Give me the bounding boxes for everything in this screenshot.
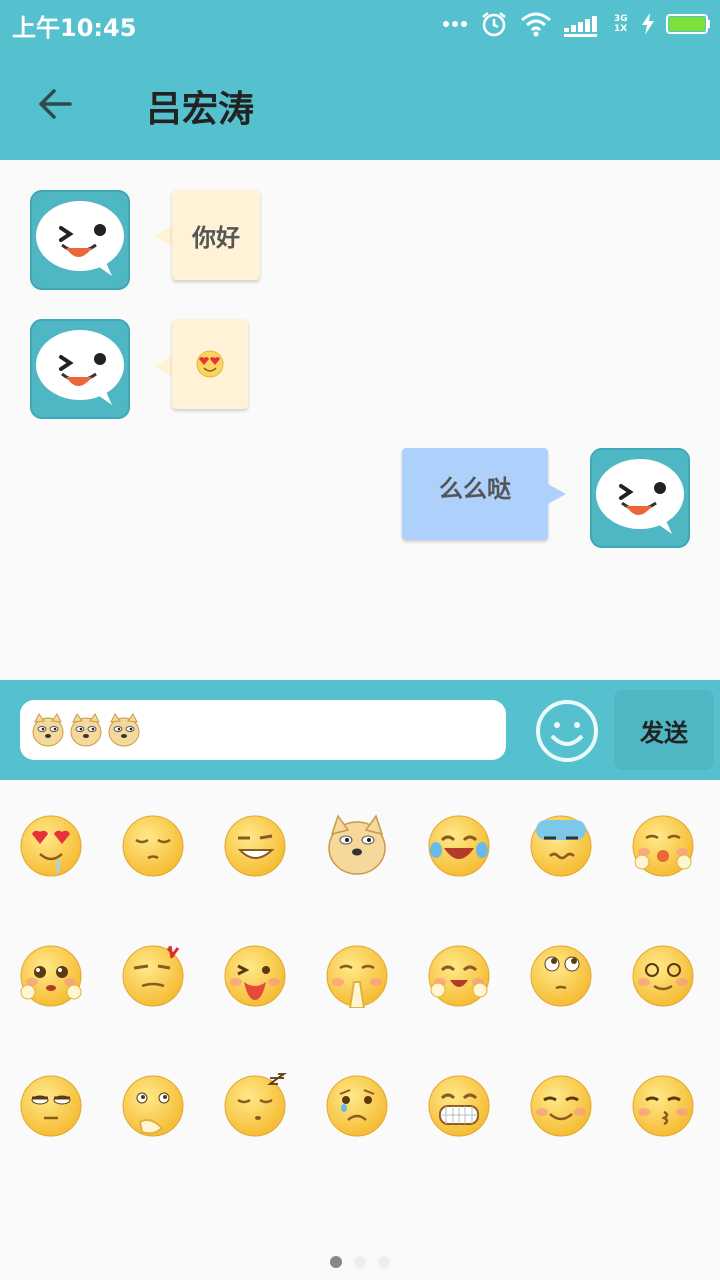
emoji-angry-vein[interactable] [120, 942, 186, 1008]
pleading-cute-icon [20, 945, 82, 1007]
avatar[interactable] [30, 319, 130, 419]
emoji-unamused[interactable] [18, 1072, 84, 1138]
signal-icon [564, 16, 597, 37]
emoji-toggle-button[interactable] [534, 698, 600, 764]
emoji-pray-hands[interactable] [324, 942, 390, 1009]
message-bubble[interactable]: 你好 [172, 190, 260, 280]
emoji-pleading-cute[interactable] [18, 942, 84, 1008]
message-list[interactable]: 你好 么么哒 [0, 160, 720, 680]
status-icons: 3G 1X [442, 10, 710, 38]
bubble-tail [548, 484, 566, 504]
emoji-thinking[interactable] [120, 1072, 186, 1138]
angry-vein-icon [122, 945, 184, 1007]
arrow-back-icon [39, 89, 72, 119]
emoji-smirk-grin[interactable] [222, 812, 288, 878]
smile-blush-icon [530, 1075, 592, 1137]
speechless-sweat-icon [530, 815, 592, 877]
charging-icon [642, 13, 654, 35]
page-dot[interactable] [354, 1256, 366, 1268]
sleepy-face-icon [122, 815, 184, 877]
message-text: 你好 [192, 223, 240, 252]
smirk-grin-icon [224, 815, 286, 877]
wifi-icon [521, 12, 551, 37]
avatar[interactable] [590, 448, 690, 548]
emoji-shy-fist[interactable] [630, 812, 696, 878]
thinking-icon [122, 1075, 184, 1137]
doge-emoji-icon [108, 713, 140, 747]
doge-emoji-icon [70, 713, 102, 747]
blushing-dizzy-icon [632, 945, 694, 1007]
status-time: 上午10:45 [12, 14, 137, 42]
chat-face-icon [36, 330, 124, 405]
chat-face-icon [596, 459, 684, 534]
heart-eyes-drool-icon [20, 815, 82, 877]
emoji-wink-tongue[interactable] [222, 942, 288, 1008]
pray-hands-icon [326, 945, 388, 1009]
page-title: 吕宏涛 [146, 89, 255, 130]
message-text: 么么哒 [439, 474, 511, 503]
emoji-kissing[interactable] [630, 1072, 696, 1138]
page-indicator [0, 1256, 720, 1272]
happy-hands-icon [428, 945, 490, 1007]
emoji-panel [0, 780, 720, 1280]
doge-emoji-icon [32, 713, 64, 747]
battery-icon [666, 14, 710, 34]
emoji-sad-teary[interactable] [324, 1072, 390, 1138]
status-bar: 上午10:45 3G 1X [0, 0, 720, 48]
emoji-sleepy-face[interactable] [120, 812, 186, 878]
emoji-tears-of-joy[interactable] [426, 812, 492, 878]
eye-roll-icon [530, 945, 592, 1007]
wink-tongue-icon [224, 945, 286, 1007]
big-grin-icon [428, 1075, 490, 1137]
message-input[interactable] [20, 700, 506, 760]
emoji-happy-hands[interactable] [426, 942, 492, 1008]
emoji-doge[interactable] [324, 812, 390, 878]
unamused-icon [20, 1075, 82, 1137]
bubble-tail [154, 226, 172, 246]
chat-face-icon [36, 201, 124, 276]
app-bar: 吕宏涛 [0, 48, 720, 160]
composer-bar: 发送 [0, 680, 720, 780]
tears-of-joy-icon [428, 815, 490, 877]
message-bubble[interactable] [172, 319, 248, 409]
bubble-tail [154, 356, 172, 376]
back-button[interactable] [30, 78, 82, 130]
emoji-heart-eyes-drool[interactable] [18, 812, 84, 878]
network-type: 3G 1X [614, 14, 628, 34]
message-bubble[interactable]: 么么哒 [402, 448, 548, 540]
page-dot[interactable] [330, 1256, 342, 1268]
emoji-eye-roll[interactable] [528, 942, 594, 1008]
doge-icon [328, 814, 386, 875]
sad-teary-icon [326, 1075, 388, 1137]
send-button[interactable]: 发送 [614, 690, 714, 770]
more-dots-icon [443, 21, 467, 27]
emoji-speechless-sweat[interactable] [528, 812, 594, 878]
page-dot[interactable] [378, 1256, 390, 1268]
emoji-big-grin[interactable] [426, 1072, 492, 1138]
heart-eyes-emoji-icon [196, 350, 224, 378]
smiley-icon [536, 700, 598, 762]
sleeping-zzz-icon [224, 1073, 287, 1137]
kissing-icon [632, 1075, 694, 1137]
emoji-blushing-dizzy[interactable] [630, 942, 696, 1008]
emoji-sleeping-zzz[interactable] [222, 1072, 288, 1138]
emoji-smile-blush[interactable] [528, 1072, 594, 1138]
avatar[interactable] [30, 190, 130, 290]
shy-fist-icon [632, 815, 694, 877]
alarm-icon [482, 12, 506, 37]
